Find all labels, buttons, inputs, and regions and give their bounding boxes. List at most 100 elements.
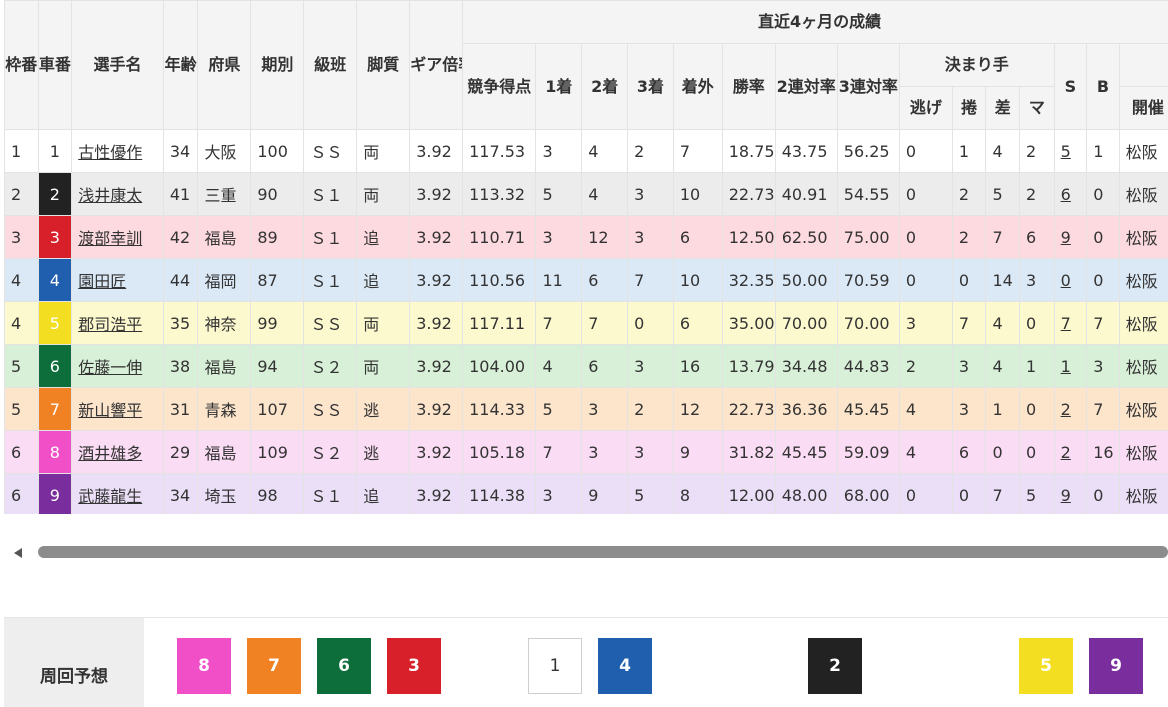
col-class: 級班 bbox=[303, 0, 358, 130]
class-cell: Ｓ１ bbox=[303, 215, 358, 259]
out-cell: 9 bbox=[672, 430, 723, 474]
s-count-link[interactable]: 2 bbox=[1061, 400, 1071, 419]
s-count-link[interactable]: 0 bbox=[1061, 271, 1071, 290]
trio-cell: 75.00 bbox=[836, 215, 900, 259]
mark-cell: 0 bbox=[1019, 430, 1055, 474]
waku-cell: 5 bbox=[4, 344, 39, 388]
pref-cell: 福島 bbox=[197, 215, 252, 259]
venue-cell: 松阪 bbox=[1118, 301, 1168, 345]
makuri-cell: 2 bbox=[951, 172, 987, 216]
s-cell[interactable]: 6 bbox=[1053, 172, 1088, 216]
rider-name-cell: 郡司浩平 bbox=[71, 301, 164, 345]
term-cell: 109 bbox=[250, 430, 305, 474]
table-row: 1 1 古性優作 34 大阪 100 ＳＳ 両 3.92 117.53 3 4 2 7 18.75 43.75… bbox=[4, 129, 1168, 173]
trio-cell: 70.59 bbox=[836, 258, 900, 302]
gear-cell: 3.92 bbox=[409, 344, 464, 388]
age-cell: 42 bbox=[162, 215, 199, 259]
s-cell[interactable]: 9 bbox=[1053, 215, 1088, 259]
s-cell[interactable]: 2 bbox=[1053, 430, 1088, 474]
car-number-badge: 4 bbox=[37, 258, 73, 302]
rider-name-cell: 浅井康太 bbox=[71, 172, 164, 216]
score-cell: 114.38 bbox=[462, 473, 537, 514]
s-cell[interactable]: 2 bbox=[1053, 387, 1088, 431]
class-cell: Ｓ１ bbox=[303, 473, 358, 514]
quinella-cell: 36.36 bbox=[774, 387, 838, 431]
s-count-link[interactable]: 5 bbox=[1061, 142, 1071, 161]
rider-name-link[interactable]: 新山響平 bbox=[78, 401, 142, 420]
venue-cell: 松阪 bbox=[1118, 215, 1168, 259]
rider-name-link[interactable]: 佐藤一伸 bbox=[78, 358, 142, 377]
s-count-link[interactable]: 2 bbox=[1061, 443, 1071, 462]
class-cell: ＳＳ bbox=[303, 129, 358, 173]
rider-name-link[interactable]: 郡司浩平 bbox=[78, 315, 142, 334]
winrate-cell: 32.35 bbox=[721, 258, 776, 302]
nige-cell: 4 bbox=[898, 430, 953, 474]
quinella-cell: 70.00 bbox=[774, 301, 838, 345]
venue-cell: 松阪 bbox=[1118, 344, 1168, 388]
scrollbar-thumb[interactable] bbox=[38, 546, 1168, 558]
s-count-link[interactable]: 1 bbox=[1061, 357, 1071, 376]
lap-chip-car-9: 9 bbox=[1089, 638, 1143, 694]
pref-cell: 神奈 bbox=[197, 301, 252, 345]
scroll-left-arrow-icon[interactable] bbox=[14, 548, 22, 558]
col-waku: 枠番 bbox=[4, 0, 39, 130]
sashi-cell: 14 bbox=[985, 258, 1021, 302]
sashi-cell: 4 bbox=[985, 301, 1021, 345]
s-count-link[interactable]: 9 bbox=[1061, 228, 1071, 247]
score-cell: 110.71 bbox=[462, 215, 537, 259]
age-cell: 44 bbox=[162, 258, 199, 302]
rider-name-link[interactable]: 浅井康太 bbox=[78, 186, 142, 205]
col-style: 脚質 bbox=[356, 0, 411, 130]
out-cell: 10 bbox=[672, 258, 723, 302]
s-cell[interactable]: 9 bbox=[1053, 473, 1088, 514]
s-count-link[interactable]: 7 bbox=[1061, 314, 1071, 333]
style-cell: 逃 bbox=[356, 387, 411, 431]
rider-name-link[interactable]: 武藤龍生 bbox=[78, 487, 142, 506]
horizontal-scrollbar[interactable] bbox=[14, 546, 1168, 560]
rider-name-cell: 新山響平 bbox=[71, 387, 164, 431]
s-cell[interactable]: 7 bbox=[1053, 301, 1088, 345]
b-cell: 3 bbox=[1086, 344, 1120, 388]
makuri-cell: 1 bbox=[951, 129, 987, 173]
b-cell: 7 bbox=[1086, 301, 1120, 345]
mark-cell: 1 bbox=[1019, 344, 1055, 388]
rider-name-link[interactable]: 古性優作 bbox=[78, 143, 142, 162]
col-term: 期別 bbox=[250, 0, 305, 130]
mark-cell: 2 bbox=[1019, 129, 1055, 173]
col-car: 車番 bbox=[37, 0, 73, 130]
s-count-link[interactable]: 9 bbox=[1061, 486, 1071, 505]
score-cell: 117.53 bbox=[462, 129, 537, 173]
gear-cell: 3.92 bbox=[409, 301, 464, 345]
w1-cell: 3 bbox=[535, 473, 583, 514]
s-count-link[interactable]: 6 bbox=[1061, 185, 1071, 204]
mark-cell: 6 bbox=[1019, 215, 1055, 259]
rider-name-link[interactable]: 園田匠 bbox=[78, 272, 126, 291]
w1-cell: 7 bbox=[535, 301, 583, 345]
w1-cell: 5 bbox=[535, 387, 583, 431]
col-makuri: 捲 bbox=[951, 86, 987, 130]
style-cell: 追 bbox=[356, 473, 411, 514]
pref-cell: 福岡 bbox=[197, 258, 252, 302]
waku-cell: 2 bbox=[4, 172, 39, 216]
s-cell[interactable]: 0 bbox=[1053, 258, 1088, 302]
pref-cell: 三重 bbox=[197, 172, 252, 216]
sashi-cell: 7 bbox=[985, 215, 1021, 259]
w2-cell: 3 bbox=[581, 387, 629, 431]
s-cell[interactable]: 1 bbox=[1053, 344, 1088, 388]
w2-cell: 4 bbox=[581, 172, 629, 216]
venue-cell: 松阪 bbox=[1118, 129, 1168, 173]
w3-cell: 3 bbox=[627, 172, 674, 216]
b-cell: 0 bbox=[1086, 215, 1120, 259]
pref-cell: 埼玉 bbox=[197, 473, 252, 514]
table-row: 3 3 渡部幸訓 42 福島 89 Ｓ１ 追 3.92 110.71 3 12 3 6 12.50 62.50… bbox=[4, 215, 1168, 259]
trio-cell: 54.55 bbox=[836, 172, 900, 216]
rider-name-cell: 武藤龍生 bbox=[71, 473, 164, 514]
w2-cell: 4 bbox=[581, 129, 629, 173]
w3-cell: 2 bbox=[627, 387, 674, 431]
s-cell[interactable]: 5 bbox=[1053, 129, 1088, 173]
rider-name-link[interactable]: 酒井雄多 bbox=[78, 444, 142, 463]
winrate-cell: 13.79 bbox=[721, 344, 776, 388]
rider-name-link[interactable]: 渡部幸訓 bbox=[78, 229, 142, 248]
table-row: 6 9 武藤龍生 34 埼玉 98 Ｓ１ 追 3.92 114.38 3 9 5 8 12.00 48.00 6… bbox=[4, 473, 1168, 514]
mark-cell: 5 bbox=[1019, 473, 1055, 514]
